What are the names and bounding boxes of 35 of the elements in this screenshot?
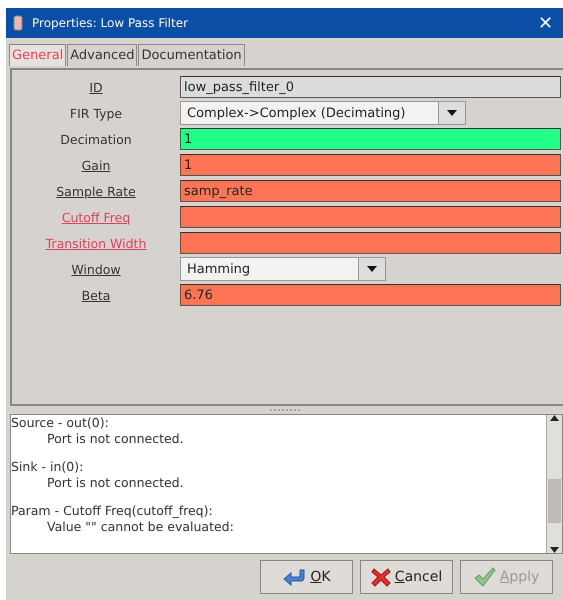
- arrow-icon: [282, 567, 306, 587]
- text-field[interactable]: 6.76: [180, 284, 561, 306]
- scroll-down-icon[interactable]: [550, 547, 559, 553]
- parameter-label: Decimation: [59, 132, 133, 146]
- message-log: Source - out(0): Port is not connected. Sink - in(0): Port is not connected. Param - Cutoff Freq(cutoff_freq): Value "" cannot be evaluated:: [11, 415, 235, 536]
- scrollbar-thumb[interactable]: [548, 479, 561, 523]
- text-field[interactable]: samp_rate: [180, 180, 561, 202]
- checkmark-icon: [474, 567, 496, 587]
- dropdown-arrow-icon: [367, 266, 377, 272]
- parameter-label: FIR Type: [68, 106, 124, 120]
- dropdown-arrow-icon: [447, 110, 457, 116]
- dropdown[interactable]: Hamming: [180, 257, 386, 281]
- tab[interactable]: Documentation: [138, 44, 245, 66]
- text-field[interactable]: 1: [180, 154, 561, 176]
- app-icon: [12, 15, 24, 31]
- text-field[interactable]: 1: [180, 128, 561, 150]
- parameter-label: Sample Rate: [55, 184, 137, 198]
- dropdown[interactable]: Complex->Complex (Decimating): [180, 101, 466, 125]
- parameter-label: ID: [88, 80, 104, 94]
- text-field[interactable]: low_pass_filter_0: [180, 76, 561, 98]
- text-field[interactable]: [180, 232, 561, 254]
- parameter-label: Gain: [80, 158, 112, 172]
- cross-icon: [370, 567, 391, 587]
- cancel-button[interactable]: Cancel: [360, 560, 453, 594]
- text-field[interactable]: [180, 206, 561, 228]
- resize-handle-icon[interactable]: [270, 408, 300, 412]
- tab[interactable]: Advanced: [67, 44, 138, 66]
- window-title: Properties: Low Pass Filter: [32, 16, 190, 30]
- parameter-label: Beta: [80, 288, 112, 302]
- scroll-up-icon[interactable]: [550, 415, 559, 421]
- close-button[interactable]: ✕: [534, 12, 557, 34]
- ok-button[interactable]: OK: [260, 560, 353, 594]
- parameter-label: Window: [70, 262, 122, 276]
- parameter-label: Transition Width: [44, 236, 148, 250]
- parameter-label: Cutoff Freq: [60, 210, 132, 224]
